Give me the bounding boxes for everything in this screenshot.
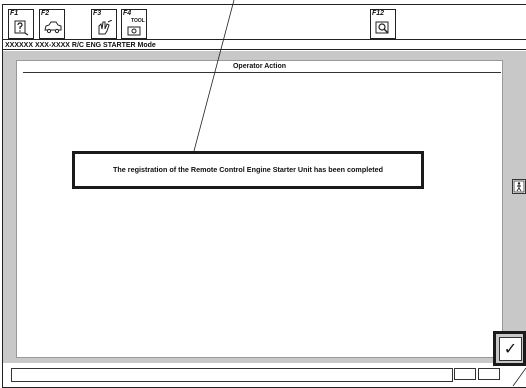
tool-icon xyxy=(127,26,141,36)
f12-label: F12 xyxy=(372,10,385,17)
search-icon xyxy=(375,21,389,34)
f1-help-button[interactable]: F1 xyxy=(8,9,34,39)
car-icon xyxy=(44,21,62,34)
person-exit-icon xyxy=(513,180,525,193)
f4-tool-button[interactable]: F4 TOOL xyxy=(121,9,147,39)
f3-label: F3 xyxy=(93,10,102,17)
message-box: The registration of the Remote Control E… xyxy=(72,151,424,189)
f4-tool-label: TOOL xyxy=(131,18,145,24)
f2-label: F2 xyxy=(41,10,50,17)
operator-action-panel: Operator Action xyxy=(16,60,503,358)
f2-vehicle-button[interactable]: F2 xyxy=(39,9,65,39)
panel-title: Operator Action xyxy=(232,63,287,70)
status-message-field xyxy=(11,368,453,382)
mode-title-bar: XXXXXX XXX-XXXX R/C ENG STARTER Mode xyxy=(3,39,526,50)
f1-label: F1 xyxy=(10,10,19,17)
confirm-checkmark-button[interactable]: ✓ xyxy=(499,337,522,361)
status-box-1 xyxy=(454,368,476,380)
function-key-toolbar: F1 F2 F3 F4 TOOL F12 xyxy=(3,5,526,39)
status-bar xyxy=(3,363,526,385)
status-box-2 xyxy=(478,368,500,380)
f12-search-button[interactable]: F12 xyxy=(370,9,396,39)
hand-icon xyxy=(98,20,113,35)
confirm-button-frame[interactable]: ✓ xyxy=(493,331,526,366)
help-icon xyxy=(14,20,29,36)
f4-label: F4 xyxy=(123,10,132,17)
panel-title-divider xyxy=(23,72,501,73)
side-exit-button[interactable] xyxy=(512,179,526,194)
f3-operation-button[interactable]: F3 xyxy=(91,9,117,39)
